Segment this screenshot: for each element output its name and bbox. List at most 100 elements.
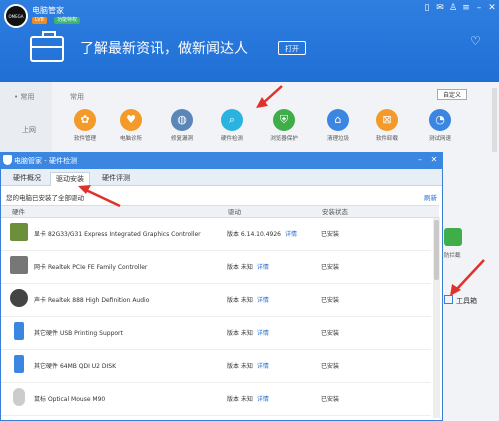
tool-label: 软件卸载: [375, 136, 398, 142]
column-status: 安装状态: [322, 208, 348, 216]
hardware-model: USB Printing Support: [59, 330, 123, 337]
refresh-link[interactable]: 刷新: [424, 192, 437, 202]
install-status: 已安装: [321, 264, 340, 271]
avatar[interactable]: OMEGA: [4, 4, 28, 28]
graphics-card-icon: [10, 223, 28, 241]
driver-version: 版本 未知 详情: [227, 328, 269, 337]
mouse-icon: [13, 388, 25, 406]
detail-link[interactable]: 详情: [257, 363, 269, 370]
hardware-name: 鼠标 Optical Mouse M90: [34, 394, 105, 403]
driver-status-info: 您的电脑已安装了全部驱动: [6, 194, 84, 202]
tool-speedometer[interactable]: ◔ 测试网速: [420, 109, 460, 142]
detail-link[interactable]: 详情: [257, 297, 269, 304]
hardware-type: 其它硬件: [34, 330, 59, 337]
customize-button[interactable]: 自定义: [437, 89, 467, 100]
news-slogan: 了解最新资讯，做新闻达人: [80, 41, 248, 57]
version-text: 版本 未知: [227, 330, 253, 337]
dialog-scroll-thumb[interactable]: [434, 220, 439, 280]
tool-trash[interactable]: ⊠ 软件卸载: [367, 109, 407, 142]
version-text: 版本 未知: [227, 396, 253, 403]
tab-overview[interactable]: 硬件概况: [8, 172, 46, 185]
avatar-text: OMEGA: [8, 13, 24, 19]
detail-link[interactable]: 详情: [257, 330, 269, 337]
install-status: 已安装: [321, 396, 340, 403]
table-row[interactable]: 其它硬件 64MB QDI U2 DISK 版本 未知 详情 已安装: [1, 349, 431, 383]
driver-version: 版本 未知 详情: [227, 295, 269, 304]
puzzle-icon: ✿: [74, 109, 96, 131]
hardware-type: 网卡: [34, 264, 47, 271]
minimize-icon[interactable]: –: [473, 3, 485, 13]
hardware-type: 显卡: [34, 231, 47, 238]
sidebar-item-common[interactable]: • 常用: [14, 92, 34, 102]
hardware-name: 其它硬件 64MB QDI U2 DISK: [34, 361, 116, 370]
dialog-close-icon[interactable]: ✕: [428, 155, 440, 164]
tool-label: 清理垃圾: [326, 136, 349, 142]
table-row[interactable]: 其它硬件 USB Printing Support 版本 未知 详情 已安装: [1, 316, 431, 350]
detail-link[interactable]: 详情: [285, 231, 297, 238]
tool-label: 软件管理: [73, 136, 96, 142]
toolbox-button[interactable]: 工具箱: [456, 296, 477, 306]
version-text: 版本 未知: [227, 363, 253, 370]
tool-puzzle[interactable]: ✿ 软件管理: [65, 109, 105, 142]
tool-stethoscope[interactable]: ♥ 电脑诊所: [111, 109, 151, 142]
mail-icon[interactable]: ✉: [434, 3, 446, 13]
tool-label: 测试网速: [428, 136, 451, 142]
hardware-model: Optical Mouse M90: [47, 396, 106, 403]
speaker-icon: [10, 289, 28, 307]
briefcase-icon: [30, 31, 64, 62]
broom-icon: ⌂: [327, 109, 349, 131]
driver-version: 版本 未知 详情: [227, 262, 269, 271]
network-card-icon: [10, 256, 28, 274]
table-row[interactable]: 鼠标 Optical Mouse M90 版本 未知 详情 已安装: [1, 382, 431, 416]
hardware-type: 鼠标: [34, 396, 47, 403]
open-button[interactable]: 打开: [278, 41, 306, 55]
table-row[interactable]: 声卡 Realtek 888 High Definition Audio 版本 未…: [1, 283, 431, 317]
phone-icon[interactable]: ▯: [421, 3, 433, 13]
driver-version: 版本 未知 详情: [227, 361, 269, 370]
tab-driver-install[interactable]: 驱动安装: [50, 172, 90, 186]
tool-globe[interactable]: ◍ 修复漏洞: [162, 109, 202, 142]
tool-broom[interactable]: ⌂ 清理垃圾: [318, 109, 358, 142]
install-status: 已安装: [321, 297, 340, 304]
hardware-name: 声卡 Realtek 888 High Definition Audio: [34, 295, 149, 304]
stethoscope-icon: ♥: [120, 109, 142, 131]
close-icon[interactable]: ✕: [486, 3, 498, 13]
tool-search[interactable]: ⌕ 硬件检测: [212, 109, 252, 142]
section-title: 常用: [70, 93, 84, 101]
dialog-minimize-icon[interactable]: –: [414, 155, 426, 164]
hardware-type: 声卡: [34, 297, 47, 304]
install-status: 已安装: [321, 363, 340, 370]
shirt-icon[interactable]: ♙: [447, 3, 459, 13]
privilege-badge[interactable]: 功能特权: [54, 17, 81, 24]
install-status: 已安装: [321, 330, 340, 337]
hardware-type: 其它硬件: [34, 363, 59, 370]
menu-icon[interactable]: ≡: [460, 3, 472, 13]
install-status: 已安装: [321, 231, 340, 238]
hardware-model: 82G33/G31 Express Integrated Graphics Co…: [47, 231, 201, 238]
toolbox-icon: [444, 295, 453, 304]
anti-block-icon[interactable]: [444, 228, 462, 246]
dialog-title: 电脑管家 - 硬件检测: [14, 157, 77, 165]
table-row[interactable]: 显卡 82G33/G31 Express Integrated Graphics…: [1, 217, 431, 251]
driver-version: 版本 未知 详情: [227, 394, 269, 403]
username: 电脑管家: [32, 6, 64, 15]
detail-link[interactable]: 详情: [257, 264, 269, 271]
table-row[interactable]: 网卡 Realtek PCIe FE Family Controller 版本 未…: [1, 250, 431, 284]
globe-icon: ◍: [171, 109, 193, 131]
detail-link[interactable]: 详情: [257, 396, 269, 403]
tool-shield[interactable]: ⛨ 浏览器保护: [264, 109, 304, 142]
sidebar-item-label: 常用: [20, 93, 35, 101]
tab-benchmark[interactable]: 硬件评测: [97, 172, 135, 185]
driver-version: 版本 6.14.10.4926 详情: [227, 229, 297, 238]
level-badge[interactable]: LV8: [32, 17, 47, 24]
main-scrollbar[interactable]: [492, 88, 497, 158]
speedometer-icon: ◔: [429, 109, 451, 131]
tool-label: 硬件检测: [220, 136, 243, 142]
heart-icon[interactable]: ♡: [470, 34, 481, 48]
shield-icon: [3, 155, 12, 165]
sidebar-item-internet[interactable]: 上网: [22, 125, 36, 135]
trash-icon: ⊠: [376, 109, 398, 131]
hardware-model: Realtek PCIe FE Family Controller: [47, 264, 148, 271]
tool-label: 浏览器保护: [270, 136, 298, 142]
anti-block-label: 防拦截: [444, 253, 461, 259]
